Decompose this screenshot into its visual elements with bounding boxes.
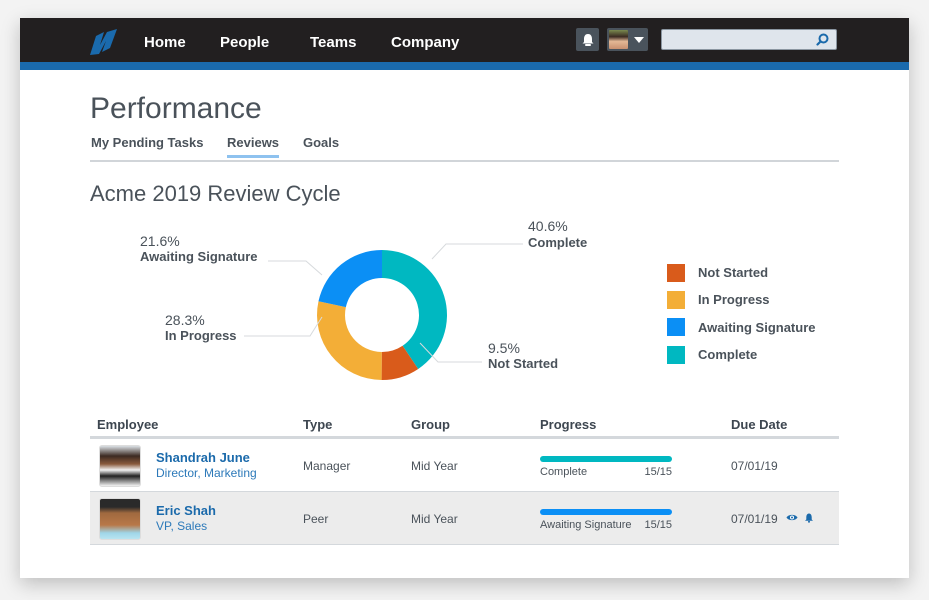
progress-bar xyxy=(540,456,672,462)
tab-reviews[interactable]: Reviews xyxy=(227,135,280,158)
review-type: Manager xyxy=(303,459,351,473)
legend-swatch xyxy=(667,318,685,337)
employee-name-link[interactable]: Shandrah June xyxy=(156,450,250,465)
profile-menu-button[interactable] xyxy=(607,28,648,51)
app-window: Home People Teams Company Performance My… xyxy=(20,18,909,578)
top-navigation-bar: Home People Teams Company xyxy=(20,18,909,62)
notifications-button[interactable] xyxy=(576,28,599,51)
legend-label: Complete xyxy=(698,347,758,363)
nav-teams[interactable]: Teams xyxy=(310,34,356,51)
leader-line-complete xyxy=(431,243,523,260)
progress-status: Awaiting Signature xyxy=(540,519,632,531)
avatar xyxy=(609,30,628,49)
section-title: Acme 2019 Review Cycle xyxy=(90,181,341,206)
legend-swatch xyxy=(667,263,685,282)
data-label-awaiting-pct: 21.6% xyxy=(140,233,180,249)
nav-people[interactable]: People xyxy=(220,34,269,51)
data-label-not-started-name: Not Started xyxy=(488,356,558,371)
page-title: Performance xyxy=(90,92,262,125)
brand-accent-bar xyxy=(20,62,909,70)
nav-company[interactable]: Company xyxy=(391,34,459,51)
tab-bar: My Pending Tasks Reviews Goals xyxy=(90,134,839,162)
table-row[interactable]: Shandrah June Director, Marketing Manage… xyxy=(90,439,839,492)
data-label-complete-pct: 40.6% xyxy=(528,218,568,234)
legend-item-complete[interactable]: Complete xyxy=(667,341,816,368)
donut-slice-awaiting-signature[interactable] xyxy=(318,250,382,308)
progress-status: Complete xyxy=(540,466,588,478)
bell-icon[interactable] xyxy=(804,513,814,523)
progress-count: 15/15 xyxy=(644,519,672,531)
search-input[interactable] xyxy=(662,30,824,49)
nav-home[interactable]: Home xyxy=(144,34,186,51)
chevron-down-icon xyxy=(634,36,644,43)
tab-my-pending-tasks[interactable]: My Pending Tasks xyxy=(91,135,203,150)
employee-name-link[interactable]: Eric Shah xyxy=(156,503,216,518)
app-logo-icon[interactable] xyxy=(88,28,122,56)
review-group: Mid Year xyxy=(411,459,458,473)
donut-slice-in-progress[interactable] xyxy=(317,301,382,380)
row-actions xyxy=(786,513,814,523)
employee-avatar xyxy=(99,498,141,540)
leader-line-in-progress xyxy=(244,316,323,337)
data-label-awaiting-name: Awaiting Signature xyxy=(140,249,258,264)
progress-indicator: Awaiting Signature 15/15 xyxy=(540,509,672,531)
employee-title: Director, Marketing xyxy=(156,466,257,480)
search-box xyxy=(661,29,837,50)
header-type[interactable]: Type xyxy=(303,417,332,432)
review-group: Mid Year xyxy=(411,512,458,526)
table-row[interactable]: Eric Shah VP, Sales Peer Mid Year Awaiti… xyxy=(90,492,839,545)
employee-avatar xyxy=(99,445,141,487)
data-label-complete-name: Complete xyxy=(528,235,587,250)
table-header: Employee Type Group Progress Due Date xyxy=(90,416,839,439)
reviews-table: Employee Type Group Progress Due Date Sh… xyxy=(90,416,839,545)
bell-icon xyxy=(582,33,593,46)
progress-bar xyxy=(540,509,672,515)
employee-title: VP, Sales xyxy=(156,519,208,533)
review-type: Peer xyxy=(303,512,329,526)
progress-count: 15/15 xyxy=(644,466,672,478)
due-date: 07/01/19 xyxy=(731,512,778,526)
header-employee[interactable]: Employee xyxy=(97,417,158,432)
progress-indicator: Complete 15/15 xyxy=(540,456,672,478)
legend-label: In Progress xyxy=(698,292,770,308)
search-icon[interactable] xyxy=(816,33,829,46)
chart-legend: Not Started In Progress Awaiting Signatu… xyxy=(667,259,816,368)
tab-goals[interactable]: Goals xyxy=(303,135,339,150)
data-label-not-started-pct: 9.5% xyxy=(488,340,520,356)
header-progress[interactable]: Progress xyxy=(540,417,596,432)
eye-icon[interactable] xyxy=(786,513,798,522)
leader-line-awaiting xyxy=(268,260,323,276)
legend-item-in-progress[interactable]: In Progress xyxy=(667,286,816,313)
legend-label: Not Started xyxy=(698,265,769,281)
legend-item-awaiting-signature[interactable]: Awaiting Signature xyxy=(667,314,816,341)
legend-swatch xyxy=(667,345,685,364)
data-label-in-progress-pct: 28.3% xyxy=(165,312,205,328)
due-date: 07/01/19 xyxy=(731,459,778,473)
data-label-in-progress-name: In Progress xyxy=(165,328,237,343)
legend-label: Awaiting Signature xyxy=(698,319,816,335)
header-group[interactable]: Group xyxy=(411,417,450,432)
legend-item-not-started[interactable]: Not Started xyxy=(667,259,816,286)
legend-swatch xyxy=(667,290,685,309)
header-due-date[interactable]: Due Date xyxy=(731,417,787,432)
